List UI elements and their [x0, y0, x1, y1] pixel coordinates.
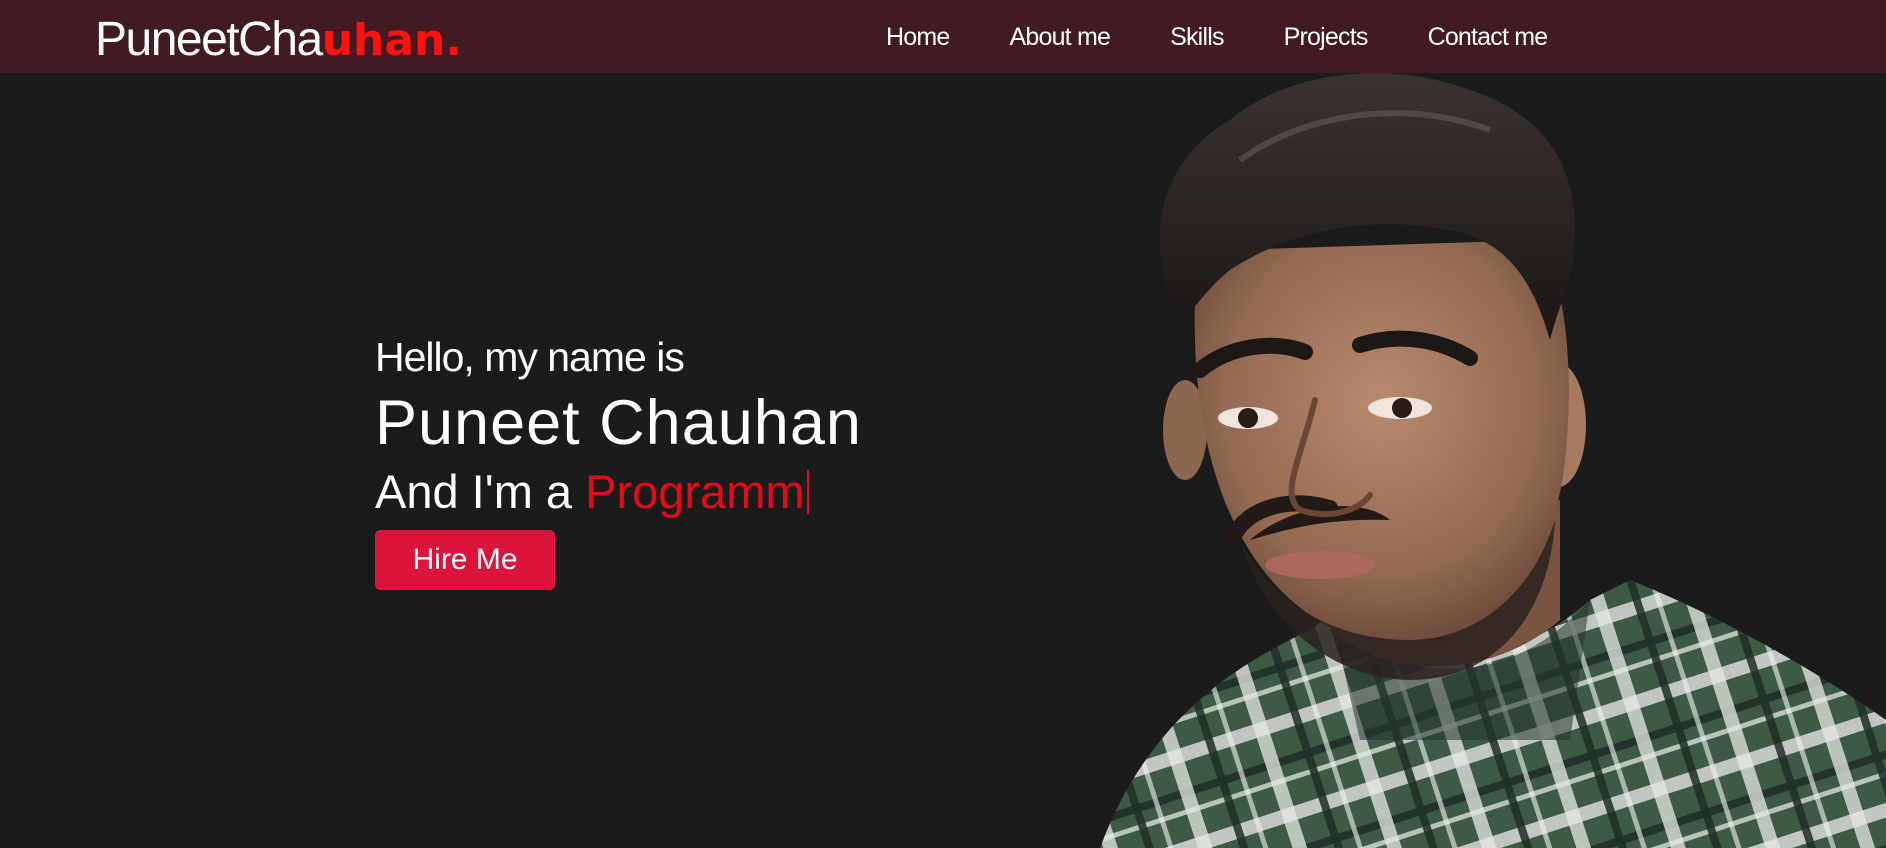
nav-item-skills[interactable]: Skills — [1170, 20, 1224, 54]
site-logo[interactable]: PuneetChauhan. — [95, 12, 462, 69]
nav-item-home[interactable]: Home — [886, 20, 950, 54]
hero-role-prefix: And I'm a — [375, 465, 586, 518]
hero-name: Puneet Chauhan — [375, 388, 862, 458]
logo-text-accent: uhan. — [321, 15, 463, 66]
hero-role-typed: Programm — [585, 465, 805, 518]
nav-item-about[interactable]: About me — [1010, 20, 1111, 54]
logo-text-main: PuneetCha — [95, 13, 323, 66]
nav-item-projects[interactable]: Projects — [1284, 20, 1369, 54]
navbar: PuneetChauhan. Home About me Skills Proj… — [0, 0, 1886, 73]
hire-me-button[interactable]: Hire Me — [375, 530, 555, 590]
hero-greeting: Hello, my name is — [375, 334, 685, 380]
hero-section: Hello, my name is Puneet Chauhan And I'm… — [375, 330, 862, 590]
hero-role: And I'm a Programm — [375, 462, 862, 522]
typing-cursor — [806, 470, 809, 514]
nav-menu: Home About me Skills Projects Contact me — [886, 20, 1549, 54]
portrait-image — [1100, 73, 1886, 848]
nav-item-contact[interactable]: Contact me — [1428, 20, 1549, 54]
